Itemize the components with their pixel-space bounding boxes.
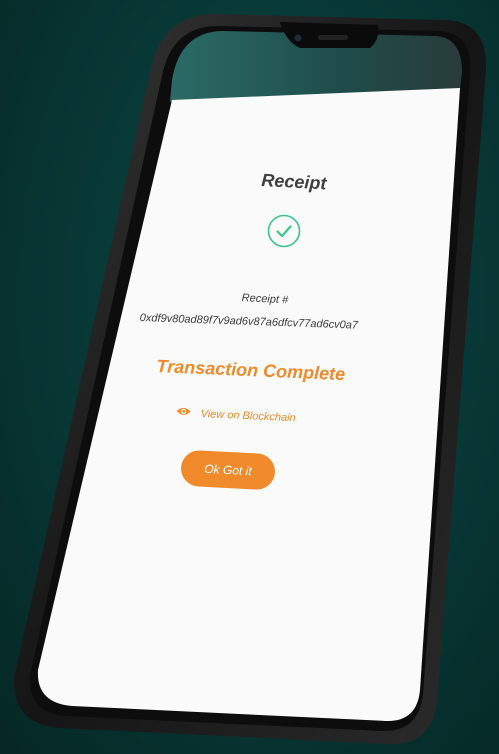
camera-icon bbox=[294, 34, 302, 42]
speaker-grill bbox=[318, 35, 348, 40]
ok-got-it-button[interactable]: Ok Got it bbox=[180, 449, 276, 491]
phone-mockup: Receipt Receipt # 0xdf9v80ad89f7v9ad6v87… bbox=[0, 0, 499, 754]
view-link-label: View on Blockchain bbox=[200, 408, 296, 425]
check-circle-icon bbox=[266, 213, 302, 249]
page-title: Receipt bbox=[260, 170, 327, 194]
receipt-number-label: Receipt # bbox=[241, 292, 289, 307]
eye-icon bbox=[175, 404, 192, 423]
